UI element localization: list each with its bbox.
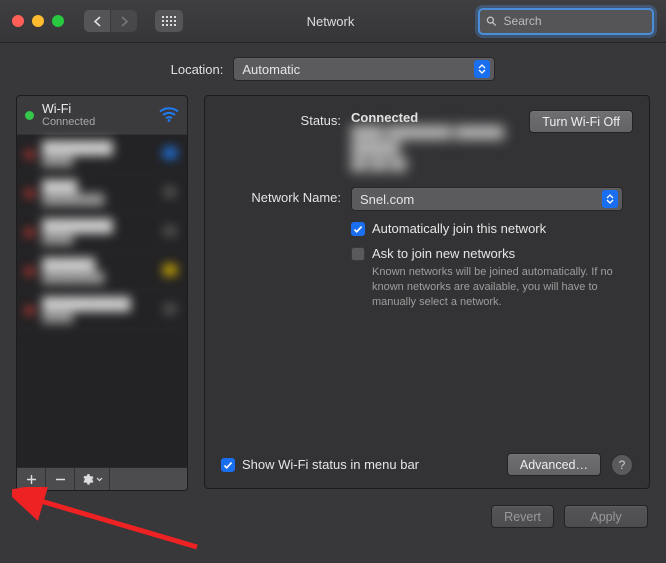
search-input[interactable]	[502, 13, 646, 29]
updown-arrows-icon	[602, 190, 618, 208]
sidebar-item-wifi[interactable]: Wi-FiConnected	[17, 96, 187, 135]
back-button[interactable]	[84, 10, 111, 32]
sidebar-item-service-2[interactable]: ████████████	[17, 174, 187, 213]
show-status-label: Show Wi-Fi status in menu bar	[242, 457, 419, 472]
traffic-lights	[12, 15, 64, 27]
status-dot-icon	[25, 228, 34, 237]
network-name-value: Snel.com	[360, 192, 414, 207]
auto-join-row: Automatically join this network	[221, 221, 633, 236]
show-status-checkbox[interactable]: Show Wi-Fi status in menu bar	[221, 457, 419, 472]
status-row: Status: Connected ████ ████████ ██████ █…	[221, 110, 633, 173]
checkbox-checked-icon	[351, 222, 365, 236]
sidebar-item-service-5[interactable]: ██████████████	[17, 291, 187, 330]
auto-join-checkbox[interactable]: Automatically join this network	[351, 221, 633, 236]
location-value: Automatic	[242, 62, 300, 77]
network-name-row: Network Name: Snel.com	[221, 187, 633, 211]
service-name: Wi-Fi	[42, 102, 151, 116]
service-name: ████████	[42, 219, 153, 233]
checkbox-unchecked-icon	[351, 247, 365, 261]
search-field[interactable]	[478, 8, 654, 35]
gear-icon	[81, 473, 94, 486]
status-dot-icon	[25, 111, 34, 120]
wifi-icon	[159, 106, 179, 122]
add-service-button[interactable]	[17, 468, 46, 490]
close-window-icon[interactable]	[12, 15, 24, 27]
service-name: ████	[42, 180, 153, 194]
service-status: Connected	[42, 116, 151, 128]
service-actions-button[interactable]	[75, 468, 110, 490]
sidebar-item-service-3[interactable]: ████████████	[17, 213, 187, 252]
help-button[interactable]: ?	[611, 454, 633, 476]
service-name: ████████	[42, 141, 153, 155]
service-status: ████	[42, 155, 153, 167]
chevron-down-icon	[96, 477, 103, 482]
sidebar-item-service-4[interactable]: ██████████████	[17, 252, 187, 291]
sidebar-item-service-1[interactable]: ████████████	[17, 135, 187, 174]
service-status: ████████	[42, 194, 153, 206]
revert-button: Revert	[491, 505, 554, 528]
service-icon	[161, 223, 179, 239]
network-name-label: Network Name:	[221, 187, 341, 211]
ask-join-hint: Known networks will be joined automatica…	[372, 265, 632, 310]
detail-panel: Status: Connected ████ ████████ ██████ █…	[204, 95, 650, 489]
service-name: ██████████	[42, 297, 153, 311]
service-icon	[161, 145, 179, 161]
nav-back-forward	[84, 10, 137, 32]
search-icon	[486, 15, 497, 27]
status-label: Status:	[221, 110, 341, 173]
status-value: Connected	[351, 110, 515, 125]
apply-button: Apply	[564, 505, 648, 528]
window-footer: Revert Apply	[16, 505, 650, 528]
sidebar-footer	[17, 467, 187, 490]
service-status: ████████	[42, 272, 153, 284]
service-status: ████	[42, 233, 153, 245]
status-dot-icon	[25, 267, 34, 276]
show-all-prefs-button[interactable]	[155, 10, 183, 32]
status-detail-obscured: ████ ████████ ██████ ████████ ██ ██	[351, 125, 515, 173]
service-icon	[161, 184, 179, 200]
wifi-toggle-button[interactable]: Turn Wi-Fi Off	[529, 110, 633, 133]
updown-arrows-icon	[474, 60, 490, 78]
auto-join-label: Automatically join this network	[372, 221, 546, 236]
remove-service-button[interactable]	[46, 468, 75, 490]
location-row: Location: Automatic	[16, 57, 650, 81]
checkbox-checked-icon	[221, 458, 235, 472]
panel-footer: Show Wi-Fi status in menu bar Advanced… …	[221, 453, 633, 476]
service-status: ████	[42, 311, 153, 323]
service-sidebar: Wi-FiConnected██████████████████████████…	[16, 95, 188, 491]
status-dot-icon	[25, 150, 34, 159]
location-select[interactable]: Automatic	[233, 57, 495, 81]
advanced-button[interactable]: Advanced…	[507, 453, 601, 476]
network-name-select[interactable]: Snel.com	[351, 187, 623, 211]
service-list[interactable]: Wi-FiConnected██████████████████████████…	[17, 96, 187, 467]
service-icon	[161, 301, 179, 317]
service-icon	[161, 262, 179, 278]
minimize-window-icon[interactable]	[32, 15, 44, 27]
titlebar: Network	[0, 0, 666, 43]
forward-button	[111, 10, 137, 32]
status-dot-icon	[25, 189, 34, 198]
ask-join-row: Ask to join new networks Known networks …	[221, 246, 633, 310]
window-title: Network	[193, 14, 468, 29]
location-label: Location:	[171, 62, 224, 77]
service-name: ██████	[42, 258, 153, 272]
zoom-window-icon[interactable]	[52, 15, 64, 27]
status-dot-icon	[25, 306, 34, 315]
ask-join-checkbox[interactable]: Ask to join new networks Known networks …	[351, 246, 633, 310]
ask-join-label: Ask to join new networks	[372, 246, 515, 261]
